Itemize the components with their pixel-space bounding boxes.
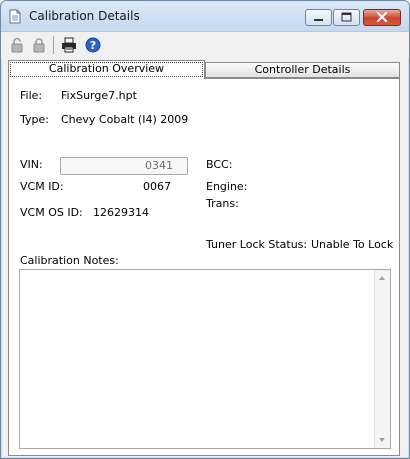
tab-calibration-overview[interactable]: Calibration Overview <box>8 60 205 79</box>
minimize-button[interactable] <box>305 9 332 26</box>
close-button[interactable] <box>363 9 401 26</box>
maximize-button[interactable] <box>333 9 360 26</box>
file-label: File: <box>20 89 43 102</box>
svg-text:?: ? <box>90 39 96 52</box>
maximize-icon <box>341 12 352 22</box>
bcc-label: BCC: <box>206 158 233 171</box>
vin-label: VIN: <box>20 158 43 171</box>
title-bar[interactable]: Calibration Details <box>1 1 409 31</box>
lock-icon[interactable] <box>31 37 47 53</box>
scroll-down-arrow-icon[interactable] <box>379 438 385 442</box>
print-icon[interactable] <box>61 37 77 53</box>
calibration-overview-panel: File: FixSurge7.hpt Type: Chevy Cobalt (… <box>8 78 400 456</box>
vcm-id-value: 0067 <box>143 180 171 193</box>
tuner-lock-status-label: Tuner Lock Status: <box>206 238 308 251</box>
calibration-notes-label: Calibration Notes: <box>20 254 119 267</box>
minimize-icon <box>314 19 323 21</box>
file-value: FixSurge7.hpt <box>61 89 137 102</box>
trans-label: Trans: <box>206 197 239 210</box>
vcm-os-id-label: VCM OS ID: <box>20 206 83 219</box>
vin-field[interactable]: 0341 <box>60 157 188 175</box>
unlock-icon[interactable] <box>9 37 25 53</box>
notes-scrollbar[interactable] <box>374 270 390 448</box>
tuner-lock-status-value: Unable To Lock <box>311 238 394 251</box>
tab-control: Controller Details File: FixSurge7.hpt T… <box>2 57 408 457</box>
type-label: Type: <box>20 113 49 126</box>
window-title: Calibration Details <box>29 9 140 23</box>
document-icon <box>9 9 21 24</box>
toolbar: ? <box>1 31 409 58</box>
calibration-details-window: Calibration Details ? Controller Details… <box>0 0 410 459</box>
close-icon <box>376 11 388 23</box>
calibration-notes-textarea[interactable] <box>19 269 391 449</box>
type-value: Chevy Cobalt (I4) 2009 <box>61 113 189 126</box>
scroll-up-arrow-icon[interactable] <box>379 276 385 280</box>
help-icon[interactable]: ? <box>85 37 101 53</box>
vcm-os-id-value: 12629314 <box>93 206 149 219</box>
engine-label: Engine: <box>206 180 248 193</box>
toolbar-separator <box>53 36 54 54</box>
tab-controller-details[interactable]: Controller Details <box>205 62 400 78</box>
vcm-id-label: VCM ID: <box>20 180 64 193</box>
